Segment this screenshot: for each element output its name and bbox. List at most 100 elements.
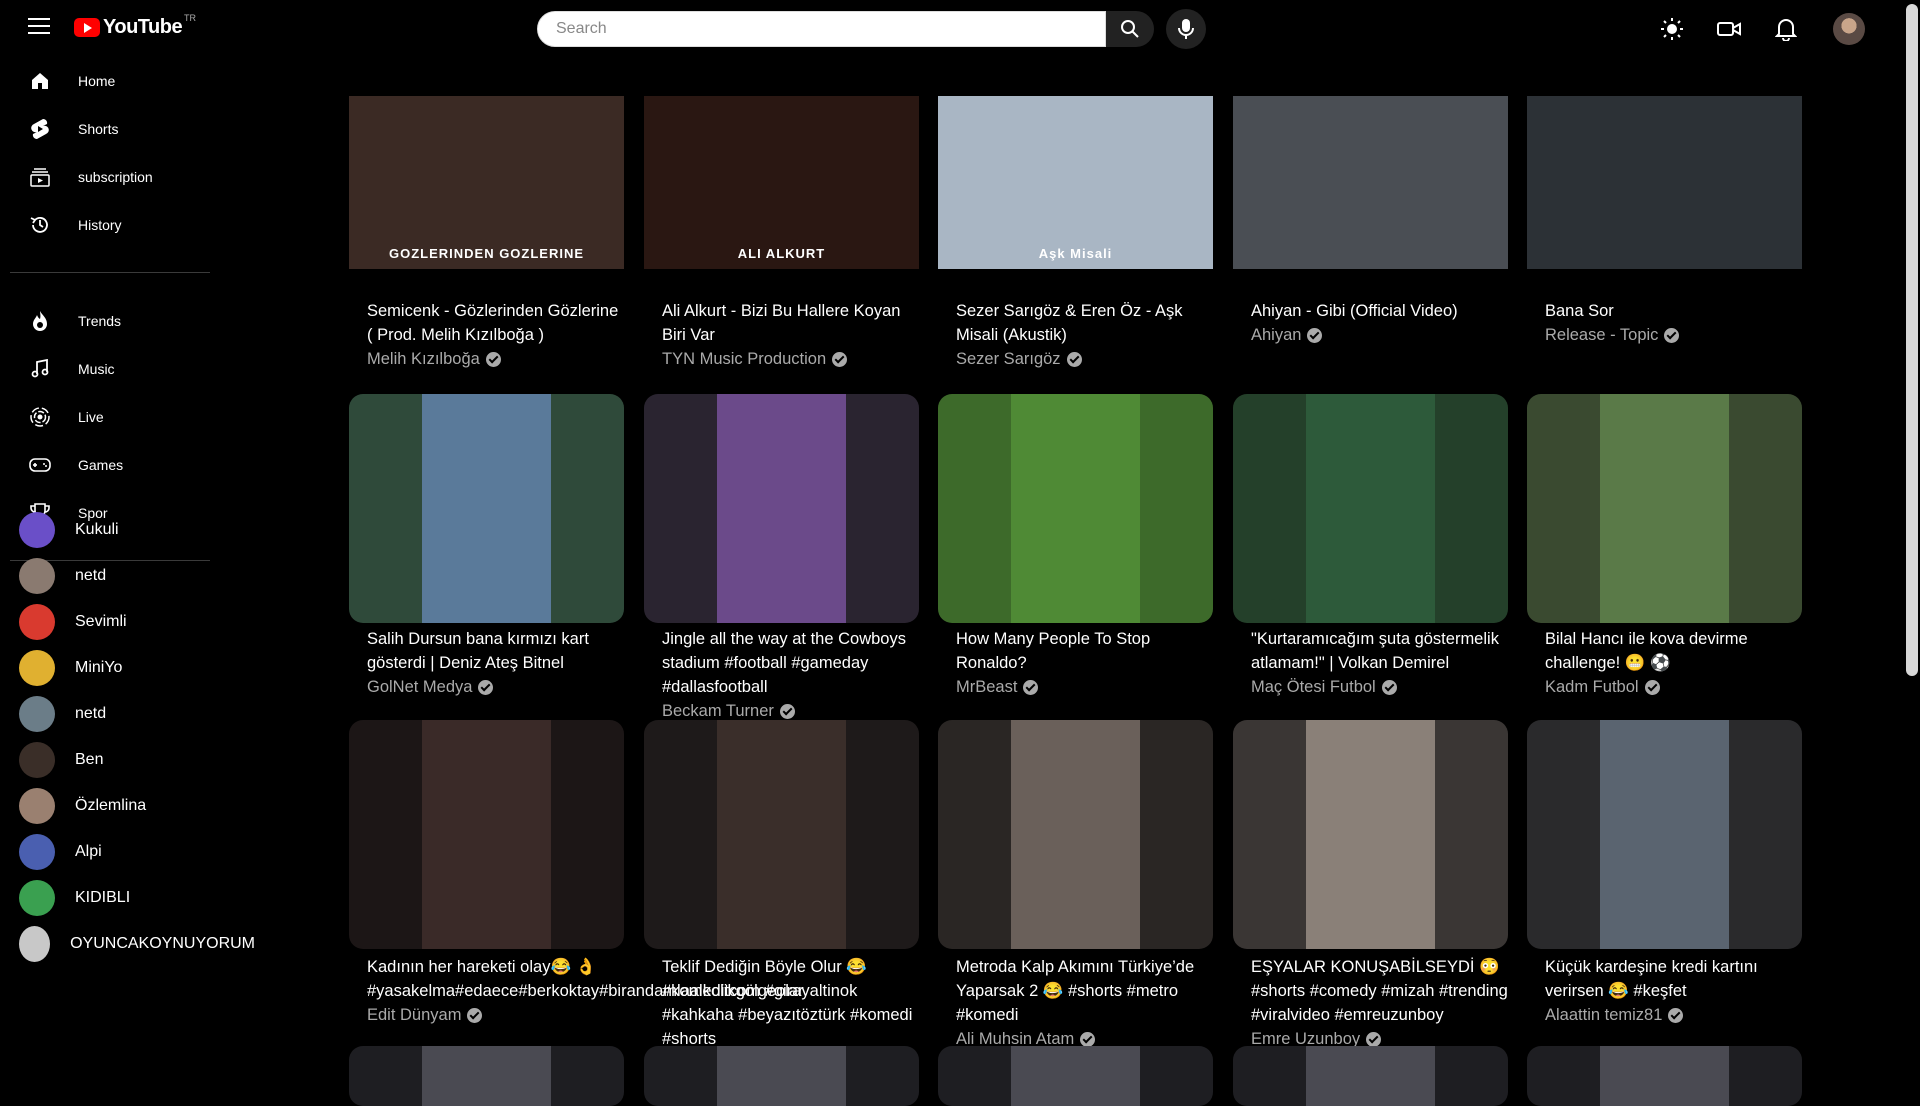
subscription-item[interactable]: netd bbox=[0, 556, 255, 596]
short-card[interactable]: Bilal Hancı ile kova devirme challenge! … bbox=[1527, 394, 1802, 699]
short-card[interactable]: Küçük kardeşine kredi kartını verirsen 😂… bbox=[1527, 720, 1802, 1027]
subscription-label: KIDIBLI bbox=[75, 889, 131, 906]
video-title[interactable]: Ali Alkurt - Bizi Bu Hallere Koyan Biri … bbox=[644, 299, 919, 347]
search-button[interactable] bbox=[1106, 11, 1154, 47]
subscription-item[interactable]: Alpi bbox=[0, 832, 255, 872]
video-title[interactable]: Bilal Hancı ile kova devirme challenge! … bbox=[1527, 627, 1802, 675]
short-thumbnail[interactable] bbox=[644, 1046, 919, 1106]
short-thumbnail[interactable] bbox=[1233, 1046, 1508, 1106]
short-thumbnail[interactable] bbox=[1233, 394, 1508, 623]
shorts-icon bbox=[28, 117, 52, 141]
search-box bbox=[537, 11, 1106, 47]
short-card[interactable]: EŞYALAR KONUŞABİLSEYDİ 😳 #shorts #comedy… bbox=[1233, 720, 1508, 1051]
subscription-item[interactable]: OYUNCAKOYNUYORUM bbox=[0, 924, 255, 964]
subscription-item[interactable]: netd bbox=[0, 694, 255, 734]
channel-name[interactable]: Maç Ötesi Futbol bbox=[1233, 675, 1508, 699]
short-card[interactable]: Kadının her hareketi olay😂 👌 #yasakelma#… bbox=[349, 720, 804, 1027]
subscription-item[interactable]: Sevimli bbox=[0, 602, 255, 642]
channel-name-text: Alaattin temiz81 bbox=[1545, 1006, 1663, 1024]
channel-name[interactable]: Sezer Sarıgöz bbox=[938, 347, 1213, 371]
voice-search-button[interactable] bbox=[1166, 9, 1206, 49]
sidebar-item-history[interactable]: History bbox=[0, 205, 230, 245]
short-card[interactable]: Teklif Dediğin Böyle Olur 😂 #komeditcom … bbox=[644, 720, 919, 1075]
video-title[interactable]: Ahiyan - Gibi (Official Video) bbox=[1233, 299, 1508, 323]
sidebar-item-label: History bbox=[78, 217, 122, 233]
short-card[interactable]: Metroda Kalp Akımını Türkiye’de Yaparsak… bbox=[938, 720, 1213, 1051]
video-card[interactable]: Ahiyan - Gibi (Official Video) Ahiyan bbox=[1233, 96, 1508, 347]
verified-check-icon bbox=[779, 703, 795, 719]
subscription-item[interactable]: Özlemlina bbox=[0, 786, 255, 826]
channel-name[interactable]: Alaattin temiz81 bbox=[1527, 1003, 1802, 1027]
video-thumbnail[interactable]: GOZLERINDEN GOZLERINE bbox=[349, 96, 624, 269]
short-thumbnail[interactable] bbox=[938, 1046, 1213, 1106]
channel-name[interactable]: Ahiyan bbox=[1233, 323, 1508, 347]
video-card[interactable]: Aşk Misali Sezer Sarıgöz & Eren Öz - Aşk … bbox=[938, 96, 1213, 371]
short-card[interactable]: Jingle all the way at the Cowboys stadiu… bbox=[644, 394, 919, 723]
short-thumbnail[interactable] bbox=[349, 1046, 624, 1106]
channel-name[interactable]: Edit Dünyam bbox=[349, 1003, 624, 1027]
short-card[interactable]: How Many People To Stop Ronaldo? MrBeast bbox=[938, 394, 1213, 699]
video-title[interactable]: Teklif Dediğin Böyle Olur 😂 #komeditcom … bbox=[644, 955, 919, 1051]
video-card[interactable]: GOZLERINDEN GOZLERINE Semicenk - Gözlerin… bbox=[349, 96, 624, 371]
video-thumbnail[interactable]: ALI ALKURT bbox=[644, 96, 919, 269]
subscription-item[interactable]: KIDIBLI bbox=[0, 878, 255, 918]
video-title[interactable]: Kadının her hareketi olay😂 👌 #yasakelma#… bbox=[349, 955, 804, 1003]
notifications-button[interactable] bbox=[1773, 16, 1799, 42]
short-thumbnail[interactable] bbox=[644, 720, 919, 949]
youtube-logo[interactable]: YouTube TR bbox=[74, 13, 196, 39]
video-title[interactable]: "Kurtaramıcağım şuta göstermelik atlamam… bbox=[1233, 627, 1508, 675]
video-thumbnail[interactable] bbox=[1527, 96, 1802, 269]
video-title[interactable]: Sezer Sarıgöz & Eren Öz - Aşk Misali (Ak… bbox=[938, 299, 1213, 347]
account-avatar[interactable] bbox=[1833, 13, 1865, 45]
sidebar-item-home[interactable]: Home bbox=[0, 61, 230, 101]
sidebar-item-shorts[interactable]: Shorts bbox=[0, 109, 230, 149]
thumbnail-text: ALI ALKURT bbox=[737, 246, 826, 261]
sidebar-item-games[interactable]: Games bbox=[0, 445, 230, 485]
video-card[interactable]: Bana Sor Release - Topic bbox=[1527, 96, 1802, 347]
subscription-item[interactable]: Kukuli bbox=[0, 510, 255, 550]
sidebar-item-trends[interactable]: Trends bbox=[0, 301, 230, 341]
short-card[interactable]: "Kurtaramıcağım şuta göstermelik atlamam… bbox=[1233, 394, 1508, 699]
verified-check-icon bbox=[1307, 327, 1323, 343]
short-thumbnail[interactable] bbox=[644, 394, 919, 623]
hamburger-menu-icon[interactable] bbox=[28, 18, 50, 38]
short-thumbnail[interactable] bbox=[938, 720, 1213, 949]
sidebar-item-subscriptions[interactable]: subscription bbox=[0, 157, 230, 197]
video-thumbnail[interactable] bbox=[1233, 96, 1508, 269]
sidebar-item-music[interactable]: Music bbox=[0, 349, 230, 389]
video-title[interactable]: How Many People To Stop Ronaldo? bbox=[938, 627, 1213, 675]
video-title[interactable]: Küçük kardeşine kredi kartını verirsen 😂… bbox=[1527, 955, 1802, 1003]
scrollbar-thumb[interactable] bbox=[1906, 4, 1918, 676]
search-input[interactable] bbox=[538, 12, 1105, 46]
video-title[interactable]: EŞYALAR KONUŞABİLSEYDİ 😳 #shorts #comedy… bbox=[1233, 955, 1508, 1027]
short-thumbnail[interactable] bbox=[938, 394, 1213, 623]
short-thumbnail[interactable] bbox=[1527, 720, 1802, 949]
short-frame bbox=[422, 720, 551, 949]
short-thumbnail[interactable] bbox=[349, 720, 624, 949]
channel-name[interactable]: MrBeast bbox=[938, 675, 1213, 699]
channel-name[interactable]: Release - Topic bbox=[1527, 323, 1802, 347]
channel-name-text: Release - Topic bbox=[1545, 326, 1659, 344]
video-title[interactable]: Salih Dursun bana kırmızı kart gösterdi … bbox=[349, 627, 624, 675]
short-card[interactable]: Salih Dursun bana kırmızı kart gösterdi … bbox=[349, 394, 624, 699]
channel-name[interactable]: Kadm Futbol bbox=[1527, 675, 1802, 699]
short-thumbnail[interactable] bbox=[1233, 720, 1508, 949]
video-thumbnail[interactable]: Aşk Misali bbox=[938, 96, 1213, 269]
short-thumbnail[interactable] bbox=[1527, 394, 1802, 623]
subscription-item[interactable]: MiniYo bbox=[0, 648, 255, 688]
video-card[interactable]: ALI ALKURT Ali Alkurt - Bizi Bu Hallere K… bbox=[644, 96, 919, 371]
channel-name[interactable]: TYN Music Production bbox=[644, 347, 919, 371]
subscription-item[interactable]: Ben bbox=[0, 740, 255, 780]
theme-toggle-button[interactable] bbox=[1659, 16, 1685, 42]
video-title[interactable]: Jingle all the way at the Cowboys stadiu… bbox=[644, 627, 919, 699]
channel-name[interactable]: GolNet Medya bbox=[349, 675, 624, 699]
create-video-button[interactable] bbox=[1716, 16, 1742, 42]
video-title[interactable]: Bana Sor bbox=[1527, 299, 1802, 323]
verified-check-icon bbox=[1066, 351, 1082, 367]
video-title[interactable]: Semicenk - Gözlerinden Gözlerine ( Prod.… bbox=[349, 299, 624, 347]
channel-name[interactable]: Melih Kızılboğa bbox=[349, 347, 624, 371]
sidebar-item-live[interactable]: Live bbox=[0, 397, 230, 437]
short-thumbnail[interactable] bbox=[1527, 1046, 1802, 1106]
short-thumbnail[interactable] bbox=[349, 394, 624, 623]
video-title[interactable]: Metroda Kalp Akımını Türkiye’de Yaparsak… bbox=[938, 955, 1213, 1027]
